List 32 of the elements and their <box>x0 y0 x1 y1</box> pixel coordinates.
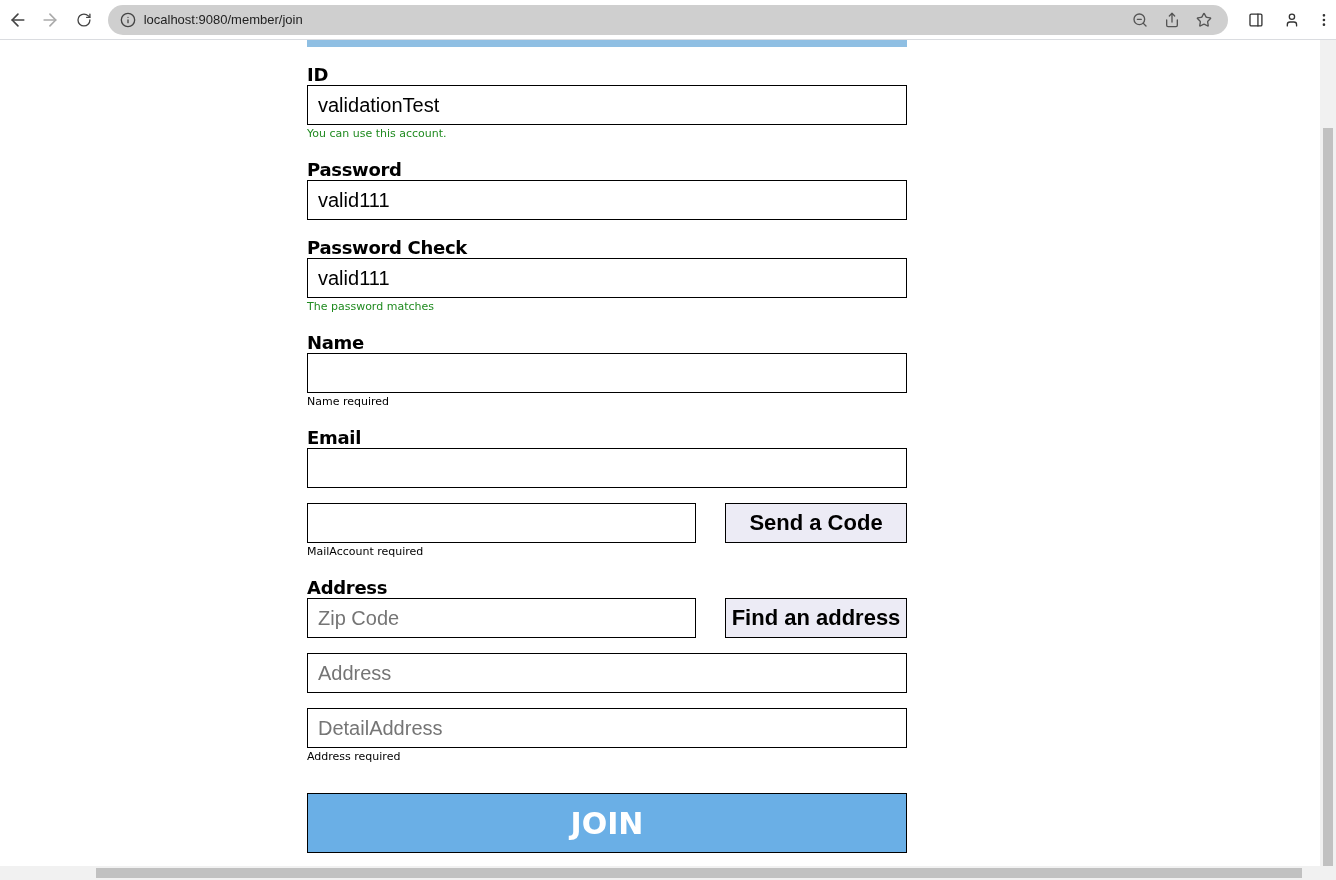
bookmark-star-icon[interactable] <box>1196 11 1213 28</box>
share-icon[interactable] <box>1164 11 1181 28</box>
input-field[interactable]: validationTest <box>307 85 907 125</box>
field-label: ID <box>307 64 330 85</box>
action-button[interactable]: Find an address <box>725 598 907 638</box>
validation-message: MailAccount required <box>307 544 425 560</box>
field-label: Password Check <box>307 237 468 258</box>
field-label: Name <box>307 332 365 353</box>
action-button[interactable]: Send a Code <box>725 503 907 543</box>
url-text: localhost:9080/member/join <box>143 10 304 29</box>
field-label: Password <box>307 159 403 180</box>
input-field[interactable]: Address <box>307 653 907 693</box>
input-field[interactable]: Zip Code <box>307 598 696 638</box>
reload-icon[interactable] <box>75 11 92 28</box>
input-field[interactable] <box>307 448 907 488</box>
validation-message: Address required <box>307 749 402 765</box>
horizontal-scrollbar[interactable] <box>0 866 1320 880</box>
side-panel-icon[interactable] <box>1248 11 1265 28</box>
input-field[interactable] <box>307 353 907 393</box>
validation-message: You can use this account. <box>307 126 448 142</box>
input-field[interactable]: valid111 <box>307 180 907 220</box>
vertical-scrollbar[interactable] <box>1320 40 1336 880</box>
input-field[interactable]: valid111 <box>307 258 907 298</box>
field-label: Address <box>307 577 389 598</box>
input-field[interactable] <box>307 503 696 543</box>
field-label: Email <box>307 427 363 448</box>
validation-message: Name required <box>307 394 391 410</box>
input-field[interactable]: DetailAddress <box>307 708 907 748</box>
address-bar[interactable]: localhost:9080/member/join <box>107 4 1229 35</box>
validation-message: The password matches <box>307 299 435 315</box>
info-icon[interactable] <box>119 11 136 28</box>
zoom-out-icon[interactable] <box>1132 11 1149 28</box>
